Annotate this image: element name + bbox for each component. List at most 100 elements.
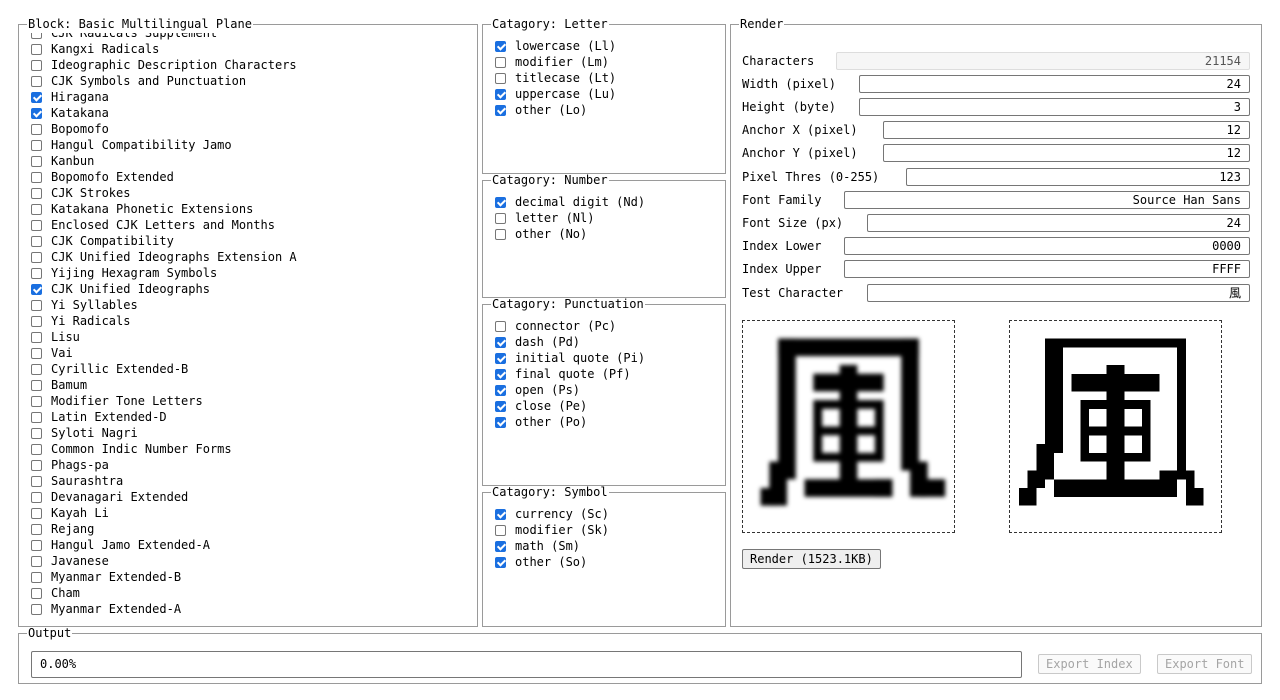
export-font-button[interactable]: Export Font — [1157, 654, 1253, 674]
block-item-checkbox[interactable] — [31, 59, 42, 71]
category-letter-item-modifier-lm[interactable]: modifier (Lm) — [495, 54, 715, 70]
block-item-cjk-unified-ideographs[interactable]: CJK Unified Ideographs — [31, 281, 297, 297]
block-item-checkbox[interactable] — [31, 459, 42, 471]
anchor-y-input[interactable]: 12 — [883, 144, 1250, 162]
font-family-input[interactable]: Source Han Sans — [844, 191, 1250, 209]
block-item-hiragana[interactable]: Hiragana — [31, 89, 297, 105]
block-item-checkbox[interactable] — [31, 283, 42, 295]
category-letter-item-checkbox[interactable] — [495, 72, 506, 84]
block-item-modifier-tone-letters[interactable]: Modifier Tone Letters — [31, 393, 297, 409]
pixel-thres-input[interactable]: 123 — [906, 168, 1250, 186]
category-punctuation-item-connector-pc[interactable]: connector (Pc) — [495, 318, 715, 334]
block-item-rejang[interactable]: Rejang — [31, 521, 297, 537]
block-item-checkbox[interactable] — [31, 107, 42, 119]
category-punctuation-item-checkbox[interactable] — [495, 400, 506, 412]
category-punctuation-item-checkbox[interactable] — [495, 352, 506, 364]
category-symbol-item-checkbox[interactable] — [495, 524, 506, 536]
category-number-item-decimal-digit-nd[interactable]: decimal digit (Nd) — [495, 194, 715, 210]
category-symbol-item-other-so[interactable]: other (So) — [495, 554, 715, 570]
block-item-checkbox[interactable] — [31, 603, 42, 615]
category-punctuation-item-close-pe[interactable]: close (Pe) — [495, 398, 715, 414]
category-letter-item-titlecase-lt[interactable]: titlecase (Lt) — [495, 70, 715, 86]
block-item-yi-radicals[interactable]: Yi Radicals — [31, 313, 297, 329]
anchor-x-input[interactable]: 12 — [883, 121, 1250, 139]
category-symbol-item-checkbox[interactable] — [495, 540, 506, 552]
category-punctuation-item-dash-pd[interactable]: dash (Pd) — [495, 334, 715, 350]
block-item-bopomofo-extended[interactable]: Bopomofo Extended — [31, 169, 297, 185]
block-item-checkbox[interactable] — [31, 123, 42, 135]
block-item-checkbox[interactable] — [31, 315, 42, 327]
category-punctuation-item-other-po[interactable]: other (Po) — [495, 414, 715, 430]
index-upper-input[interactable]: FFFF — [844, 260, 1250, 278]
category-letter-item-checkbox[interactable] — [495, 104, 506, 116]
block-item-checkbox[interactable] — [31, 411, 42, 423]
category-symbol-item-checkbox[interactable] — [495, 556, 506, 568]
block-item-cjk-unified-ideographs-extension-a[interactable]: CJK Unified Ideographs Extension A — [31, 249, 297, 265]
block-item-devanagari-extended[interactable]: Devanagari Extended — [31, 489, 297, 505]
block-item-cjk-compatibility[interactable]: CJK Compatibility — [31, 233, 297, 249]
category-symbol-item-math-sm[interactable]: math (Sm) — [495, 538, 715, 554]
block-item-checkbox[interactable] — [31, 43, 42, 55]
block-item-checkbox[interactable] — [31, 571, 42, 583]
category-number-item-checkbox[interactable] — [495, 212, 506, 224]
block-item-cham[interactable]: Cham — [31, 585, 297, 601]
block-item-checkbox[interactable] — [31, 443, 42, 455]
block-item-latin-extended-d[interactable]: Latin Extended-D — [31, 409, 297, 425]
export-index-button[interactable]: Export Index — [1038, 654, 1141, 674]
category-number-item-checkbox[interactable] — [495, 196, 506, 208]
category-number-item-other-no[interactable]: other (No) — [495, 226, 715, 242]
block-item-checkbox[interactable] — [31, 347, 42, 359]
category-letter-item-other-lo[interactable]: other (Lo) — [495, 102, 715, 118]
category-punctuation-item-final-quote-pf[interactable]: final quote (Pf) — [495, 366, 715, 382]
block-item-cjk-symbols-and-punctuation[interactable]: CJK Symbols and Punctuation — [31, 73, 297, 89]
category-letter-item-uppercase-lu[interactable]: uppercase (Lu) — [495, 86, 715, 102]
category-letter-item-checkbox[interactable] — [495, 40, 506, 52]
block-item-myanmar-extended-b[interactable]: Myanmar Extended-B — [31, 569, 297, 585]
block-item-checkbox[interactable] — [31, 187, 42, 199]
block-item-bopomofo[interactable]: Bopomofo — [31, 121, 297, 137]
block-item-checkbox[interactable] — [31, 395, 42, 407]
block-item-ideographic-description-characters[interactable]: Ideographic Description Characters — [31, 57, 297, 73]
block-item-checkbox[interactable] — [31, 507, 42, 519]
index-lower-input[interactable]: 0000 — [844, 237, 1250, 255]
test-char-input[interactable]: 風 — [867, 284, 1250, 302]
block-item-common-indic-number-forms[interactable]: Common Indic Number Forms — [31, 441, 297, 457]
block-item-lisu[interactable]: Lisu — [31, 329, 297, 345]
block-item-bamum[interactable]: Bamum — [31, 377, 297, 393]
category-punctuation-item-checkbox[interactable] — [495, 320, 506, 332]
block-item-checkbox[interactable] — [31, 427, 42, 439]
block-item-hangul-compatibility-jamo[interactable]: Hangul Compatibility Jamo — [31, 137, 297, 153]
width-input[interactable]: 24 — [859, 75, 1250, 93]
category-punctuation-item-open-ps[interactable]: open (Ps) — [495, 382, 715, 398]
block-item-checkbox[interactable] — [31, 587, 42, 599]
block-item-checkbox[interactable] — [31, 235, 42, 247]
block-list[interactable]: CJK Radicals Supplement Kangxi Radicals Id… — [31, 33, 471, 630]
block-item-cjk-strokes[interactable]: CJK Strokes — [31, 185, 297, 201]
font-size-input[interactable]: 24 — [867, 214, 1250, 232]
block-item-checkbox[interactable] — [31, 91, 42, 103]
block-item-checkbox[interactable] — [31, 299, 42, 311]
category-punctuation-item-checkbox[interactable] — [495, 336, 506, 348]
block-item-katakana-phonetic-extensions[interactable]: Katakana Phonetic Extensions — [31, 201, 297, 217]
category-letter-item-checkbox[interactable] — [495, 88, 506, 100]
block-item-checkbox[interactable] — [31, 363, 42, 375]
category-number-item-letter-nl[interactable]: letter (Nl) — [495, 210, 715, 226]
block-item-vai[interactable]: Vai — [31, 345, 297, 361]
block-item-checkbox[interactable] — [31, 219, 42, 231]
category-punctuation-item-checkbox[interactable] — [495, 368, 506, 380]
block-item-checkbox[interactable] — [31, 155, 42, 167]
block-item-myanmar-extended-a[interactable]: Myanmar Extended-A — [31, 601, 297, 617]
category-symbol-item-checkbox[interactable] — [495, 508, 506, 520]
height-input[interactable]: 3 — [859, 98, 1250, 116]
block-item-saurashtra[interactable]: Saurashtra — [31, 473, 297, 489]
category-punctuation-item-checkbox[interactable] — [495, 416, 506, 428]
category-letter-item-checkbox[interactable] — [495, 56, 506, 68]
block-item-checkbox[interactable] — [31, 139, 42, 151]
block-item-kanbun[interactable]: Kanbun — [31, 153, 297, 169]
block-item-javanese[interactable]: Javanese — [31, 553, 297, 569]
block-item-phags-pa[interactable]: Phags-pa — [31, 457, 297, 473]
block-item-checkbox[interactable] — [31, 75, 42, 87]
block-item-checkbox[interactable] — [31, 331, 42, 343]
category-punctuation-item-initial-quote-pi[interactable]: initial quote (Pi) — [495, 350, 715, 366]
category-symbol-item-modifier-sk[interactable]: modifier (Sk) — [495, 522, 715, 538]
